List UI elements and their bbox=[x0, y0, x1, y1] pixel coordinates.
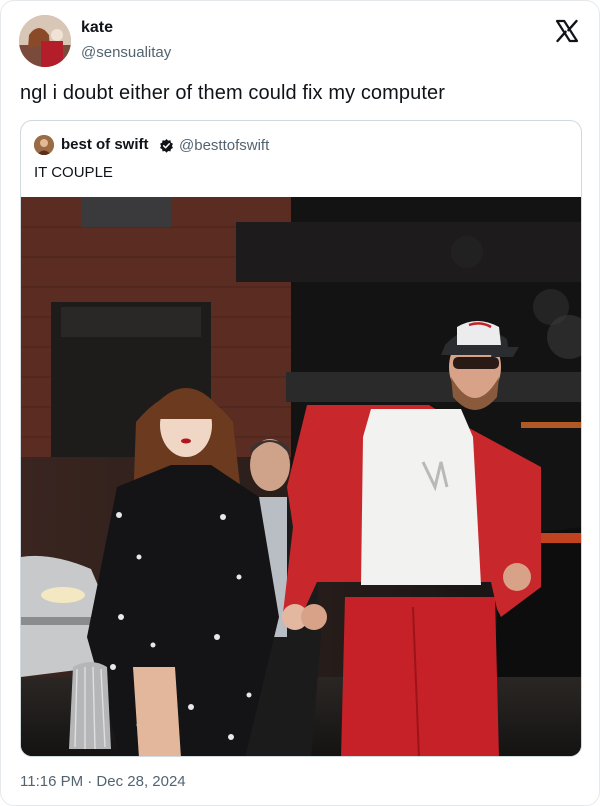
tweet-timestamp[interactable]: 11:16 PM · Dec 28, 2024 bbox=[20, 773, 186, 790]
quoted-display-name[interactable]: best of swift bbox=[61, 136, 149, 153]
quoted-text: IT COUPLE bbox=[34, 164, 113, 181]
verified-badge-icon bbox=[159, 138, 174, 153]
user-handle[interactable]: @sensualitay bbox=[81, 44, 171, 61]
display-name[interactable]: kate bbox=[81, 19, 113, 37]
tweet-text: ngl i doubt either of them could fix my … bbox=[20, 82, 446, 104]
x-logo-icon[interactable] bbox=[555, 19, 579, 43]
couple-photo[interactable] bbox=[21, 197, 581, 756]
quoted-handle[interactable]: @besttofswift bbox=[179, 137, 269, 154]
tweet-card: kate @sensualitay ngl i doubt either of … bbox=[0, 0, 600, 806]
profile-avatar[interactable] bbox=[19, 15, 71, 67]
timestamp-text[interactable]: 11:16 PM · Dec 28, 2024 bbox=[20, 773, 186, 790]
quoted-avatar[interactable] bbox=[34, 135, 54, 155]
quoted-tweet[interactable]: best of swift @besttofswift IT COUPLE bbox=[20, 120, 582, 757]
